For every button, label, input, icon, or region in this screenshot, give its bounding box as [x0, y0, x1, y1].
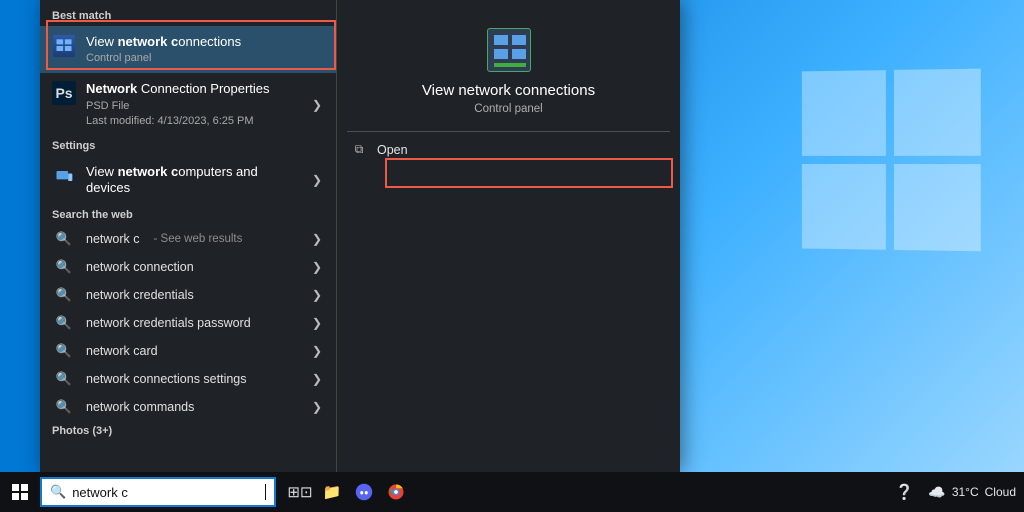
section-photos: Photos (3+): [40, 421, 336, 441]
monitors-large-icon: [488, 29, 532, 73]
weather-cloud-icon: ☁️: [928, 484, 945, 501]
chevron-right-icon: ❯: [308, 372, 326, 386]
settings-network-icon: [52, 164, 76, 188]
chevron-right-icon: ❯: [308, 400, 326, 414]
start-button[interactable]: [0, 472, 40, 512]
search-icon: 🔍: [52, 315, 76, 331]
section-best-match: Best match: [40, 6, 336, 26]
web-result-text: network connections settings: [86, 372, 247, 386]
tray-weather[interactable]: ☁️ 31°C Cloud: [920, 484, 1024, 501]
weather-temp: 31°C: [952, 485, 979, 499]
section-settings: Settings: [40, 136, 336, 156]
result-subtype: PSD File: [86, 100, 298, 113]
discord-icon: [355, 483, 373, 501]
action-open[interactable]: ⧉ Open: [337, 132, 680, 167]
result-title: View network computers and devices: [86, 164, 298, 197]
search-icon: 🔍: [52, 231, 76, 247]
chevron-right-icon: ❯: [308, 316, 326, 330]
search-icon: 🔍: [50, 484, 66, 500]
chevron-right-icon: ❯: [308, 98, 326, 112]
web-result-hint: - See web results: [154, 233, 243, 245]
open-icon: ⧉: [351, 142, 367, 157]
section-search-web: Search the web: [40, 205, 336, 225]
search-icon: 🔍: [52, 371, 76, 387]
search-icon: 🔍: [52, 287, 76, 303]
chevron-right-icon: ❯: [308, 260, 326, 274]
chrome-icon: [387, 483, 405, 501]
search-detail-pane: View network connections Control panel ⧉…: [336, 0, 680, 472]
text-caret: [265, 484, 266, 500]
network-connections-icon: [52, 34, 76, 58]
monitors-icon: [54, 36, 74, 56]
result-modified: Last modified: 4/13/2023, 6:25 PM: [86, 115, 298, 128]
web-result-text: network commands: [86, 400, 194, 414]
search-icon: 🔍: [52, 399, 76, 415]
web-result-text: network c: [86, 232, 140, 246]
result-title: Network Connection Properties: [86, 81, 298, 97]
chevron-right-icon: ❯: [308, 344, 326, 358]
action-open-label: Open: [377, 143, 408, 157]
search-icon: 🔍: [52, 259, 76, 275]
web-result-0[interactable]: 🔍 network c - See web results ❯: [40, 225, 336, 253]
task-view-button[interactable]: ⊞⊡: [284, 472, 316, 512]
web-result-4[interactable]: 🔍 network card ❯: [40, 337, 336, 365]
web-result-text: network connection: [86, 260, 194, 274]
search-icon: 🔍: [52, 343, 76, 359]
web-result-text: network card: [86, 344, 158, 358]
web-result-6[interactable]: 🔍 network commands ❯: [40, 393, 336, 421]
web-result-text: network credentials password: [86, 316, 251, 330]
chevron-right-icon: ❯: [308, 288, 326, 302]
web-result-text: network credentials: [86, 288, 194, 302]
result-title: View network connections: [86, 34, 326, 50]
weather-text: Cloud: [985, 485, 1016, 499]
taskbar-app-chrome[interactable]: [380, 472, 412, 512]
detail-subtitle: Control panel: [337, 103, 680, 115]
taskbar-app-file-explorer[interactable]: 📁: [316, 472, 348, 512]
detail-title: View network connections: [337, 82, 680, 99]
web-result-1[interactable]: 🔍 network connection ❯: [40, 253, 336, 281]
result-network-connection-properties[interactable]: Ps Network Connection Properties PSD Fil…: [40, 73, 336, 136]
desktop: Best match View network connections Cont…: [0, 0, 1024, 512]
web-result-3[interactable]: 🔍 network credentials password ❯: [40, 309, 336, 337]
devices-icon: [54, 166, 74, 186]
web-result-2[interactable]: 🔍 network credentials ❯: [40, 281, 336, 309]
tray-help-icon[interactable]: ❔: [888, 472, 920, 512]
search-results-column: Best match View network connections Cont…: [40, 0, 336, 472]
chevron-right-icon: ❯: [308, 232, 326, 246]
result-view-network-connections[interactable]: View network connections Control panel: [40, 26, 336, 73]
result-subtitle: Control panel: [86, 52, 326, 65]
result-view-network-computers[interactable]: View network computers and devices ❯: [40, 156, 336, 205]
taskbar-search-input[interactable]: [72, 485, 259, 500]
windows-start-icon: [12, 484, 28, 500]
left-accent-strip: [0, 0, 40, 472]
chevron-right-icon: ❯: [308, 173, 326, 187]
photoshop-file-icon: Ps: [52, 81, 76, 105]
start-search-panel: Best match View network connections Cont…: [40, 0, 680, 472]
taskbar-app-discord[interactable]: [348, 472, 380, 512]
taskbar-search-box[interactable]: 🔍: [40, 477, 276, 507]
detail-network-icon: [487, 28, 531, 72]
web-result-5[interactable]: 🔍 network connections settings ❯: [40, 365, 336, 393]
taskbar: 🔍 ⊞⊡ 📁 ❔ ☁️ 31°C Cloud: [0, 472, 1024, 512]
windows-logo-wallpaper: [802, 69, 981, 252]
